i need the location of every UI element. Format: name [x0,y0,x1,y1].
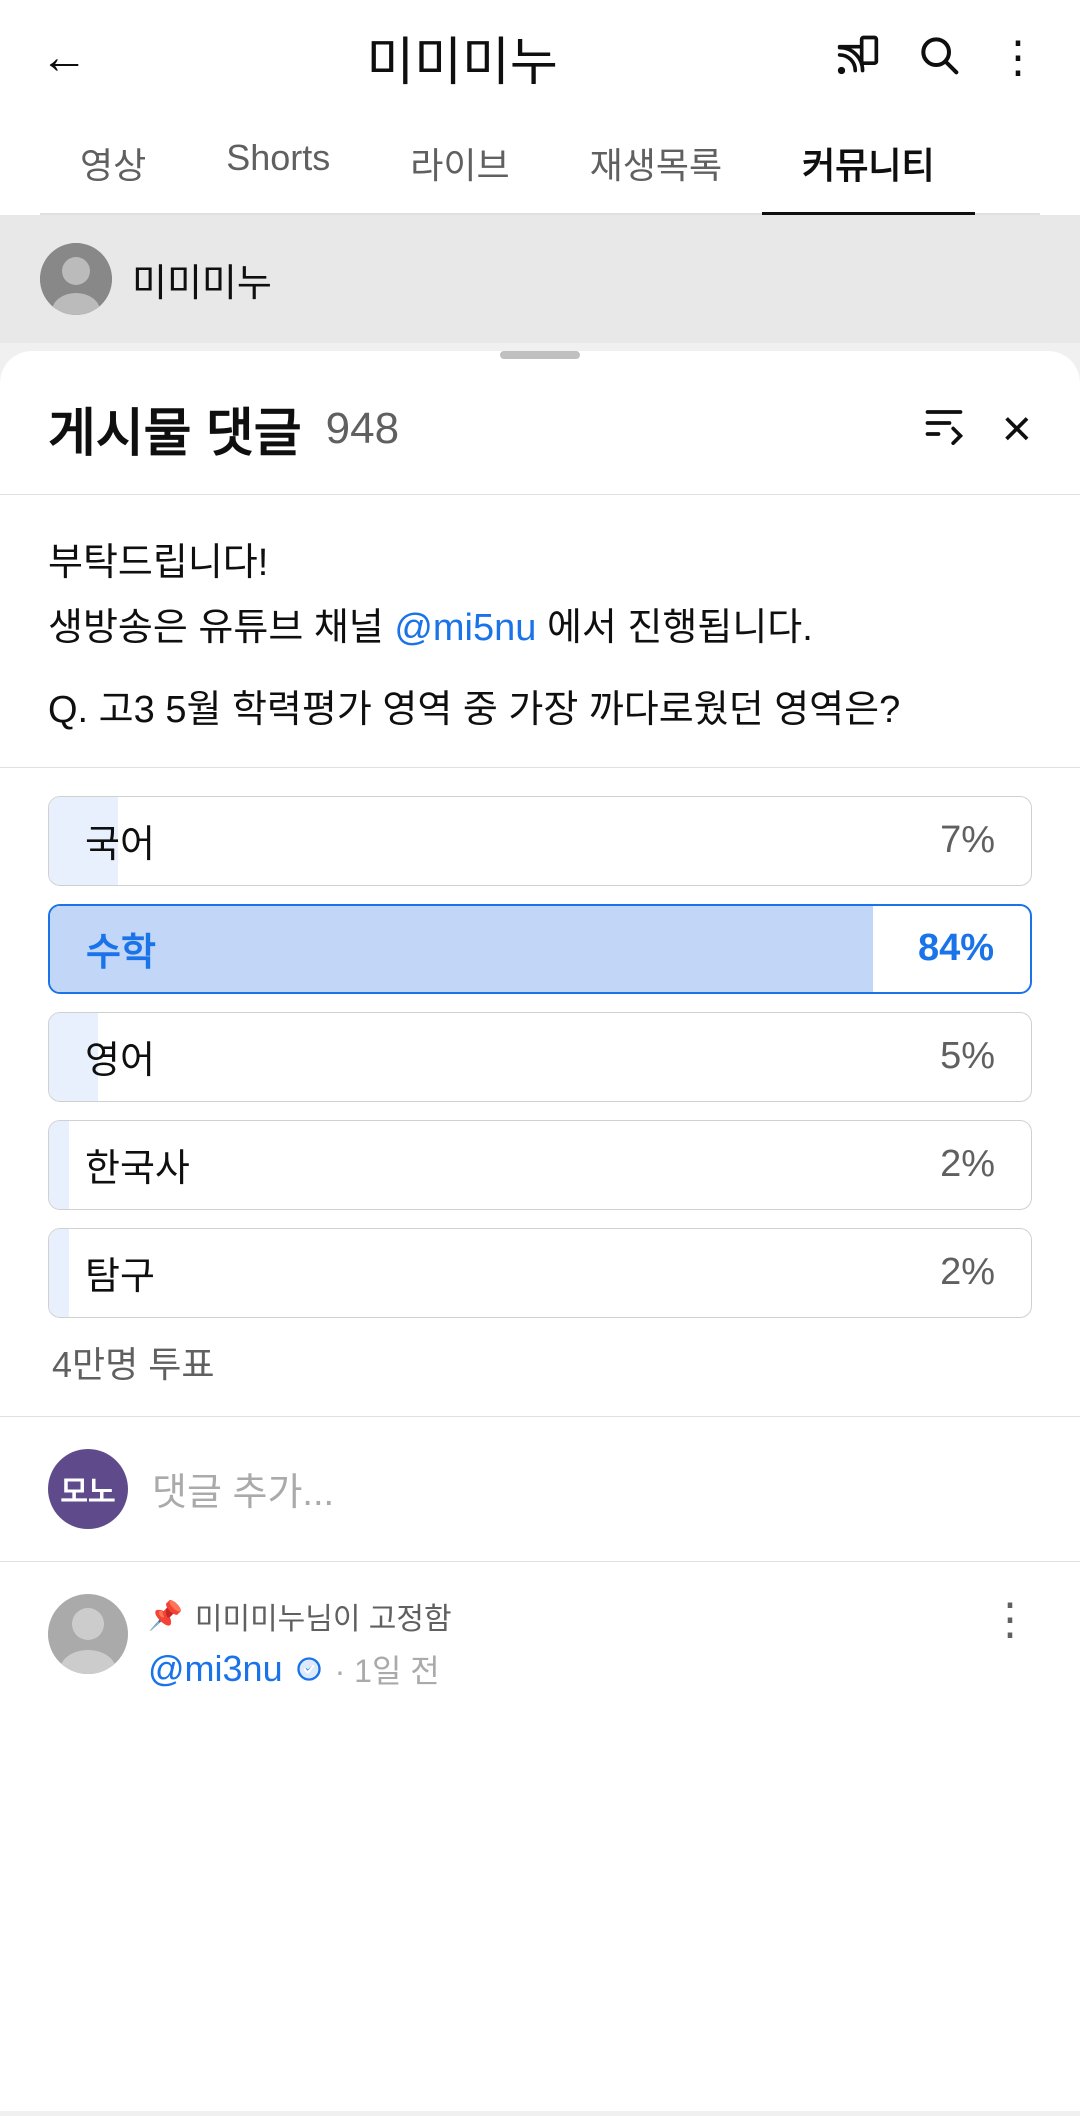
channel-avatar [40,243,112,315]
pinned-comment: 📌 미미미누님이 고정함 @mi3nu · 1일 전 ⋮ [0,1562,1080,1724]
poll-percent-2: 5% [940,1035,1031,1078]
tab-videos[interactable]: 영상 [40,113,186,213]
pin-icon: 📌 [148,1599,183,1632]
poll-percent-0: 7% [940,819,1031,862]
comment-body: 📌 미미미누님이 고정함 @mi3nu · 1일 전 [148,1594,952,1692]
comments-header: 게시물 댓글 948 × [0,359,1080,495]
verified-icon [295,1655,323,1683]
top-bar: ← 미미미누 ⋮ 영상 Shorts [0,0,1080,215]
header-icons: ⋮ [836,32,1040,84]
commenter-avatar [48,1594,128,1674]
channel-row: 미미미누 [0,215,1080,343]
comment-more-button[interactable]: ⋮ [972,1594,1032,1645]
tab-live[interactable]: 라이브 [370,113,549,213]
post-content: 부탁드립니다! 생방송은 유튜브 채널 @mi5nu 에서 진행됩니다. Q. … [0,495,1080,768]
cast-button[interactable] [836,32,880,84]
comment-meta: 📌 미미미누님이 고정함 [148,1594,952,1638]
tab-playlist[interactable]: 재생목록 [550,113,762,213]
poll-option-1[interactable]: 수학 84% [48,904,1032,994]
more-button[interactable]: ⋮ [996,36,1040,80]
poll-option-2[interactable]: 영어 5% [48,1012,1032,1102]
channel-name-label: 미미미누 [132,252,272,307]
poll-container: 국어 7% 수학 84% 영어 5% 한국사 2% 탐구 2% 4만명 투표 [0,768,1080,1417]
drag-handle[interactable] [500,351,580,359]
poll-question: Q. 고3 5월 학력평가 영역 중 가장 까다로웠던 영역은? [48,678,1032,743]
tab-shorts[interactable]: Shorts [186,113,370,213]
poll-option-4[interactable]: 탐구 2% [48,1228,1032,1318]
comments-title: 게시물 댓글 [48,391,302,466]
poll-label-0: 국어 [49,813,940,868]
comments-count: 948 [326,404,399,454]
sort-icon[interactable] [922,401,966,456]
poll-label-1: 수학 [50,921,918,976]
poll-label-4: 탐구 [49,1245,940,1300]
channel-title: 미미미누 [366,20,557,95]
poll-percent-4: 2% [940,1251,1031,1294]
poll-percent-3: 2% [940,1143,1031,1186]
comment-time: · 1일 전 [335,1646,440,1692]
pinned-label: 미미미누님이 고정함 [195,1594,452,1638]
nav-tabs: 영상 Shorts 라이브 재생목록 커뮤니티 [40,113,1040,215]
comments-sheet: 게시물 댓글 948 × 부탁드립니다! 생방송은 유튜브 채널 @mi5nu … [0,351,1080,2111]
comment-input[interactable]: 댓글 추가... [152,1461,1032,1516]
channel-link[interactable]: @mi5nu [394,607,536,649]
tab-community[interactable]: 커뮤니티 [762,113,974,213]
post-text-line2: 생방송은 유튜브 채널 @mi5nu 에서 진행됩니다. [48,596,1032,661]
poll-percent-1: 84% [918,927,1030,970]
post-text-line1: 부탁드립니다! [48,531,1032,596]
search-button[interactable] [916,32,960,84]
back-button[interactable]: ← [40,34,88,82]
close-button[interactable]: × [1002,403,1032,455]
poll-label-2: 영어 [49,1029,940,1084]
comment-input-row: 모노 댓글 추가... [0,1417,1080,1562]
poll-option-0[interactable]: 국어 7% [48,796,1032,886]
user-avatar: 모노 [48,1449,128,1529]
commenter-handle[interactable]: @mi3nu [148,1648,283,1690]
user-avatar-text: 모노 [60,1467,115,1511]
poll-label-3: 한국사 [49,1137,940,1192]
poll-votes: 4만명 투표 [48,1336,1032,1388]
comments-actions: × [922,401,1032,456]
poll-option-3[interactable]: 한국사 2% [48,1120,1032,1210]
